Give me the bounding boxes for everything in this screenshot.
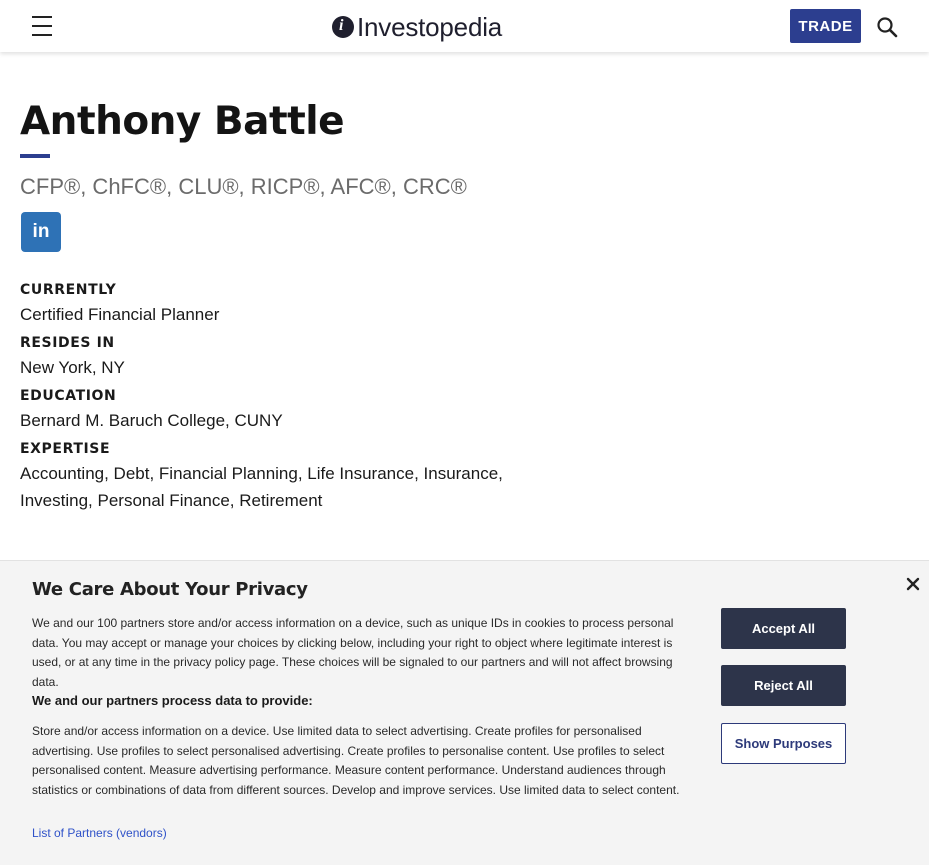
title-accent-bar (20, 154, 50, 158)
fact-value: Accounting, Debt, Financial Planning, Li… (20, 464, 503, 510)
linkedin-label: in (32, 221, 50, 242)
fact-value: New York, NY (20, 358, 125, 377)
reject-all-button[interactable]: Reject All (721, 665, 846, 706)
privacy-purposes-text: Store and/or access information on a dev… (32, 724, 680, 797)
fact-education: EDUCATION Bernard M. Baruch College, CUN… (20, 388, 640, 434)
privacy-consent-banner: We Care About Your Privacy We and our 10… (0, 560, 929, 865)
partners-link[interactable]: List of Partners (vendors) (32, 826, 167, 840)
privacy-subheading: We and our partners process data to prov… (32, 693, 313, 708)
fact-value: Bernard M. Baruch College, CUNY (20, 411, 283, 430)
author-credentials: CFP®, ChFC®, CLU®, RICP®, AFC®, CRC® (20, 174, 467, 199)
fact-label: EDUCATION (20, 388, 117, 404)
fact-label: EXPERTISE (20, 441, 111, 457)
accept-all-button[interactable]: Accept All (721, 608, 846, 649)
show-purposes-button[interactable]: Show Purposes (721, 723, 846, 764)
site-header: Investopedia TRADE (0, 0, 929, 52)
logo-text: Investopedia (357, 11, 503, 42)
site-logo[interactable]: Investopedia (332, 10, 502, 44)
linkedin-icon[interactable]: in (21, 212, 61, 252)
fact-expertise: EXPERTISE Accounting, Debt, Financial Pl… (20, 441, 640, 514)
fact-label: RESIDES IN (20, 335, 115, 351)
close-icon[interactable] (904, 575, 922, 593)
fact-resides-in: RESIDES IN New York, NY (20, 335, 640, 381)
logo-mark-icon (332, 16, 354, 38)
trade-button[interactable]: TRADE (790, 9, 861, 43)
author-profile: Anthony Battle CFP®, ChFC®, CLU®, RICP®,… (20, 96, 640, 514)
hamburger-menu-icon[interactable] (22, 14, 62, 38)
privacy-description: We and our 100 partners store and/or acc… (32, 616, 674, 689)
fact-label: CURRENTLY (20, 282, 117, 298)
author-name: Anthony Battle (20, 99, 345, 144)
privacy-title: We Care About Your Privacy (32, 579, 308, 600)
author-facts: CURRENTLY Certified Financial Planner RE… (20, 282, 640, 514)
fact-value: Certified Financial Planner (20, 305, 220, 324)
fact-currently: CURRENTLY Certified Financial Planner (20, 282, 640, 328)
search-icon[interactable] (876, 16, 898, 38)
